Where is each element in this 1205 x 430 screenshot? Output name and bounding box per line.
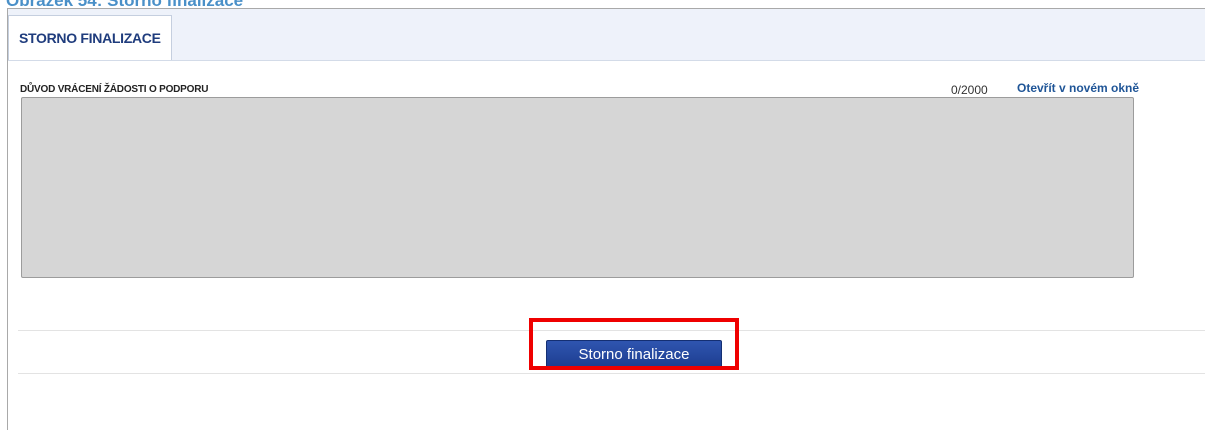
reason-field-label: DŮVOD VRÁCENÍ ŽÁDOSTI O PODPORU (20, 84, 209, 95)
tab-storno-finalizace[interactable]: STORNO FINALIZACE (8, 15, 172, 60)
divider-bottom (18, 373, 1205, 374)
storno-finalizace-button[interactable]: Storno finalizace (546, 340, 722, 369)
divider-top (18, 330, 1205, 331)
tab-bar: STORNO FINALIZACE (8, 9, 1205, 61)
open-in-new-window-link[interactable]: Otevřít v novém okně (1017, 81, 1139, 95)
reason-textarea[interactable] (21, 97, 1134, 278)
storno-panel: STORNO FINALIZACE DŮVOD VRÁCENÍ ŽÁDOSTI … (7, 8, 1205, 430)
character-counter: 0/2000 (951, 83, 988, 97)
